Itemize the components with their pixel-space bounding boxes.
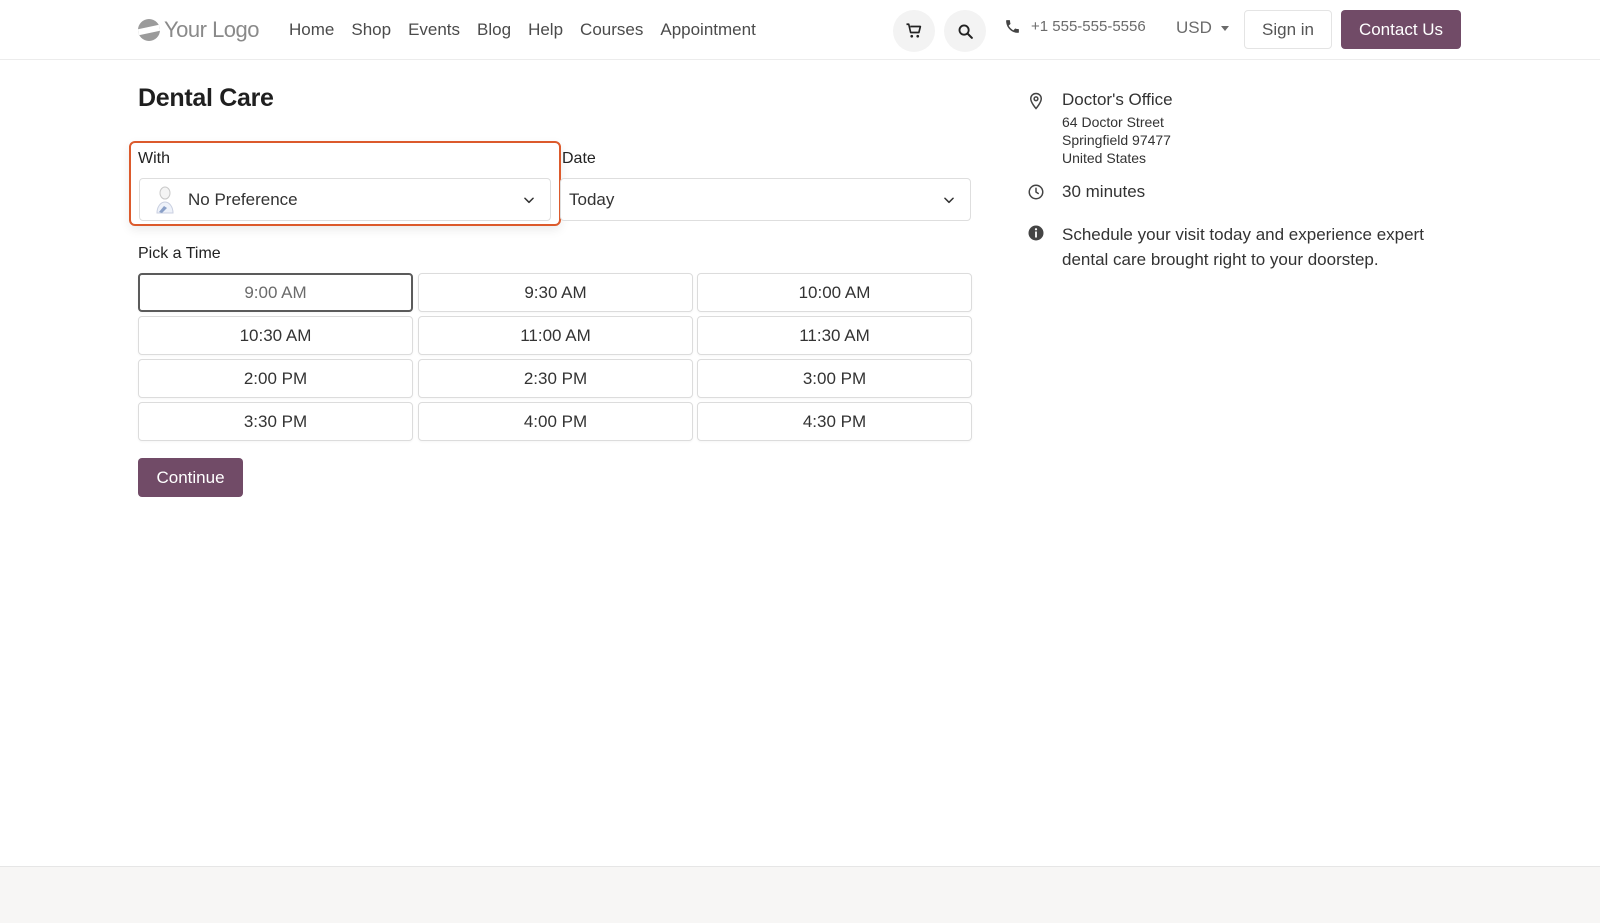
address-city: Springfield 97477 [1062, 132, 1171, 148]
address-country: United States [1062, 150, 1147, 166]
date-select-value: Today [569, 189, 615, 209]
phone-number: +1 555-555-5556 [1031, 18, 1146, 35]
cart-button[interactable] [893, 10, 935, 52]
time-slot-button[interactable]: 2:00 PM [138, 359, 413, 398]
nav-shop[interactable]: Shop [351, 18, 391, 42]
location-pin-icon [1029, 92, 1043, 110]
time-slot-button[interactable]: 9:00 AM [138, 273, 413, 312]
appointment-description: Schedule your visit today and experience… [1062, 225, 1424, 269]
nav-events[interactable]: Events [408, 18, 460, 42]
page-title: Dental Care [138, 84, 274, 112]
date-label: Date [562, 150, 596, 167]
phone-icon [1006, 20, 1019, 33]
staff-select-value: No Preference [188, 189, 298, 209]
staff-select[interactable]: No Preference [139, 178, 551, 221]
user-icon [156, 186, 174, 213]
currency-dropdown[interactable]: USD [1176, 18, 1229, 38]
address-street: 64 Doctor Street [1062, 114, 1164, 130]
info-icon [1028, 225, 1044, 241]
nav-courses[interactable]: Courses [580, 18, 643, 42]
date-select[interactable]: Today [560, 178, 971, 221]
time-slot-button[interactable]: 9:30 AM [418, 273, 693, 312]
time-slot-button[interactable]: 3:30 PM [138, 402, 413, 441]
caret-down-icon [1220, 25, 1229, 31]
cart-icon [906, 23, 922, 38]
contact-us-button[interactable]: Contact Us [1341, 10, 1461, 49]
continue-button[interactable]: Continue [138, 458, 243, 497]
pick-time-label: Pick a Time [138, 245, 221, 262]
nav-appointment[interactable]: Appointment [660, 18, 755, 42]
time-slot-button[interactable]: 3:00 PM [697, 359, 972, 398]
time-slot-button[interactable]: 10:00 AM [697, 273, 972, 312]
time-slot-button[interactable]: 11:00 AM [418, 316, 693, 355]
chevron-down-icon [944, 197, 954, 204]
footer [0, 866, 1600, 923]
time-slot-button[interactable]: 10:30 AM [138, 316, 413, 355]
search-icon [958, 24, 973, 39]
logo-text: Your Logo [164, 17, 260, 42]
search-button[interactable] [944, 10, 986, 52]
time-slot-button[interactable]: 4:00 PM [418, 402, 693, 441]
time-slot-button[interactable]: 4:30 PM [697, 402, 972, 441]
office-name: Doctor's Office [1062, 90, 1173, 109]
time-slot-button[interactable]: 2:30 PM [418, 359, 693, 398]
logo[interactable]: Your Logo [138, 16, 260, 44]
currency-value: USD [1176, 18, 1212, 37]
time-slot-button[interactable]: 11:30 AM [697, 316, 972, 355]
main-nav: Home Shop Events Blog Help Courses Appoi… [289, 18, 773, 42]
clock-icon [1028, 184, 1044, 200]
site-header: Your Logo Home Shop Events Blog Help Cou… [0, 0, 1600, 60]
sign-in-button[interactable]: Sign in [1244, 10, 1332, 49]
with-label: With [138, 150, 170, 167]
nav-blog[interactable]: Blog [477, 18, 511, 42]
logo-icon [138, 19, 160, 41]
nav-help[interactable]: Help [528, 18, 563, 42]
chevron-down-icon [524, 197, 534, 204]
avatar [152, 184, 178, 216]
duration: 30 minutes [1062, 182, 1146, 201]
nav-home[interactable]: Home [289, 18, 334, 42]
phone-link[interactable]: +1 555-555-5556 [1004, 18, 1146, 35]
